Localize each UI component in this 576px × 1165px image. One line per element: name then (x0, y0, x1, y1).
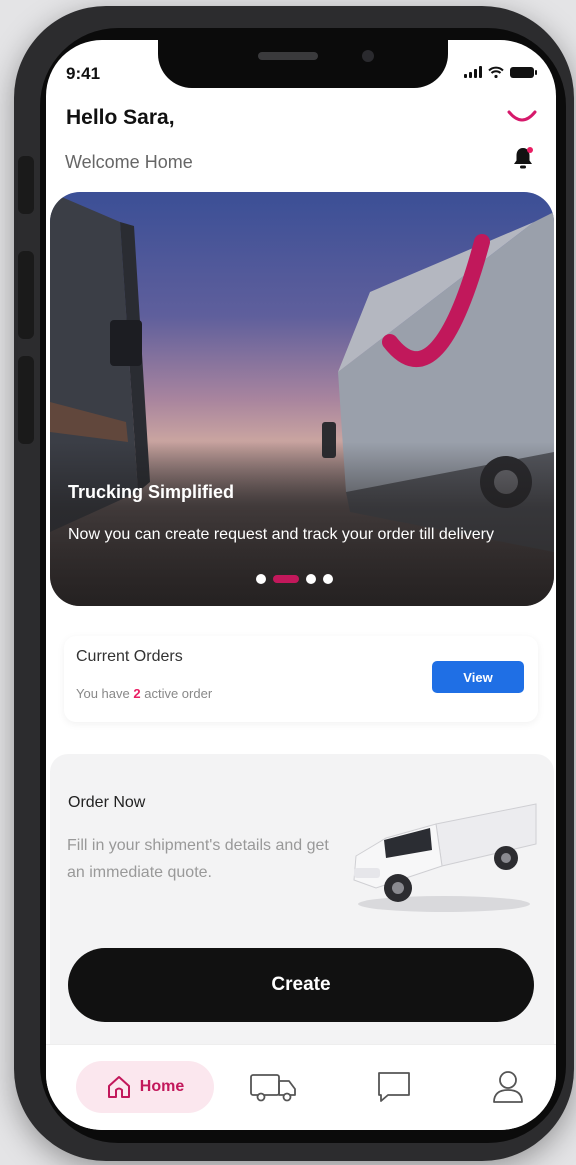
carousel-indicator (256, 574, 333, 584)
order-now-title: Order Now (68, 794, 146, 811)
nav-profile[interactable] (478, 1061, 538, 1113)
brand-smile-icon (507, 110, 537, 122)
carousel-dot[interactable] (323, 574, 333, 584)
create-button[interactable]: Create (68, 948, 534, 1022)
truck-icon (250, 1074, 296, 1102)
current-orders-summary: You have 2 active order (76, 686, 212, 701)
notch (158, 40, 448, 88)
mute-switch (18, 156, 34, 214)
hero-description: Now you can create request and track you… (68, 526, 494, 543)
app-screen: 9:41 Hello Sara, Welcome Home Trucking S… (46, 40, 556, 1130)
order-now-description: Fill in your shipment's details and get … (67, 837, 329, 881)
summary-prefix: You have (76, 686, 130, 701)
nav-messages[interactable] (364, 1061, 424, 1113)
chat-icon (378, 1072, 410, 1102)
user-icon (493, 1071, 523, 1103)
status-time: 9:41 (66, 64, 101, 83)
order-now-card: Order Now Fill in your shipment's detail… (50, 754, 554, 1094)
nav-home[interactable]: Home (76, 1061, 214, 1113)
nav-home-label: Home (139, 1078, 185, 1095)
status-icons (464, 66, 537, 78)
hero-title: Trucking Simplified (68, 482, 235, 502)
active-order-count: 2 (133, 686, 141, 701)
bottom-navigation: Home (46, 1044, 556, 1130)
volume-up-button (18, 251, 34, 339)
current-orders-title: Current Orders (76, 648, 183, 665)
summary-suffix: active order (144, 686, 213, 701)
nav-shipments[interactable] (238, 1061, 308, 1113)
speaker (258, 52, 318, 60)
home-icon (107, 1076, 130, 1098)
camera (362, 50, 374, 62)
signal-icon (464, 66, 482, 78)
welcome-subtitle: Welcome Home (65, 152, 193, 172)
current-orders-card: Current Orders You have 2 active order V… (64, 636, 538, 722)
pickup-truck-image (353, 803, 537, 912)
greeting: Hello Sara, (66, 106, 175, 129)
volume-down-button (18, 356, 34, 444)
battery-icon (510, 67, 537, 78)
view-orders-button[interactable]: View (432, 661, 524, 693)
carousel-dot[interactable] (256, 574, 266, 584)
wifi-icon (488, 66, 504, 78)
hero-banner[interactable]: Trucking Simplified Now you can create r… (50, 192, 554, 606)
bell-icon[interactable] (512, 146, 534, 170)
app-screenshot: 9:41 Hello Sara, Welcome Home Trucking S… (0, 0, 576, 1165)
carousel-dot-active[interactable] (273, 575, 299, 583)
carousel-dot[interactable] (306, 574, 316, 584)
